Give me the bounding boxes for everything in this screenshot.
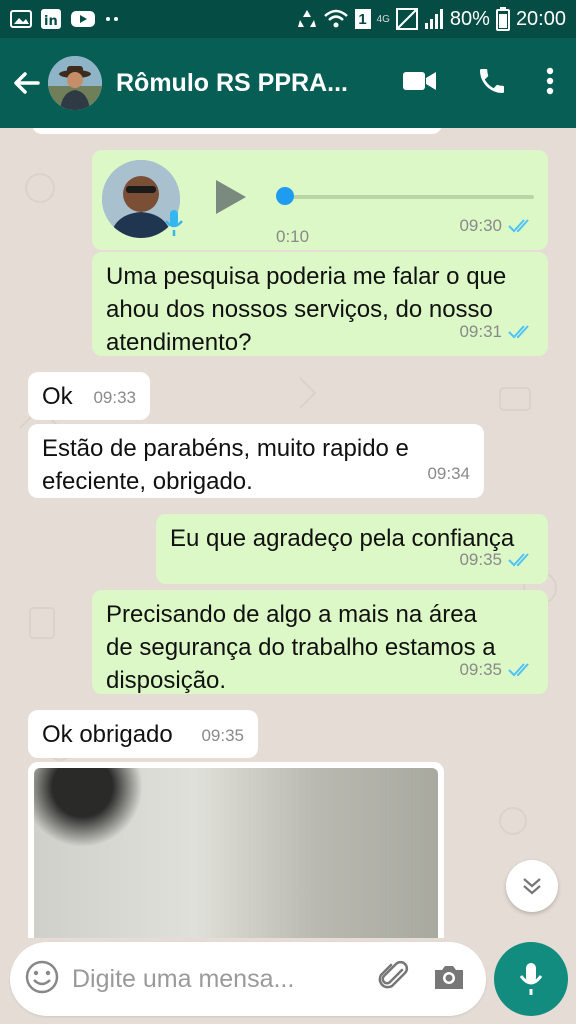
- message-time: 09:35: [201, 726, 244, 745]
- voice-message[interactable]: 0:10 09:30: [92, 150, 548, 250]
- system-icons: 1 4G 80% 20:00: [297, 7, 566, 31]
- mic-icon: [164, 208, 184, 247]
- read-ticks-icon: [508, 662, 534, 678]
- battery-percent: 80%: [449, 7, 490, 30]
- read-ticks-icon: [508, 552, 534, 568]
- message-time: 09:33: [93, 388, 136, 407]
- message-text-line: Precisando de algo a mais na área: [106, 601, 477, 628]
- message-time: 09:35: [459, 653, 534, 686]
- message-bubble[interactable]: Ok 09:33: [28, 372, 150, 420]
- voice-duration: 0:10: [276, 227, 310, 246]
- message-bubble[interactable]: Estão de parabéns, muito rapido e efecie…: [28, 424, 484, 498]
- clock: 20:00: [515, 7, 566, 30]
- notification-icons: in: [10, 8, 122, 30]
- message-composer: Digite uma mensa...: [10, 942, 486, 1016]
- youtube-icon: [70, 9, 96, 29]
- message-bubble[interactable]: Eu que agradeço pela confiança 09:35: [156, 514, 548, 584]
- double-chevron-down-icon: [523, 878, 541, 895]
- previous-message-fragment: [32, 128, 442, 134]
- chat-area[interactable]: 0:10 09:30 Uma pesquisa poderia me falar…: [0, 128, 576, 938]
- wifi-icon: [323, 8, 349, 30]
- read-ticks-icon: [508, 324, 534, 340]
- mic-icon: [519, 963, 543, 995]
- no-signal-icon: [395, 8, 418, 30]
- scroll-to-bottom-button[interactable]: [506, 860, 558, 912]
- voice-record-button[interactable]: [494, 942, 568, 1016]
- voice-progress-track[interactable]: [282, 195, 534, 199]
- message-time: 09:30: [459, 209, 534, 242]
- message-time: 09:31: [459, 315, 534, 348]
- message-time: 09:34: [427, 464, 470, 483]
- svg-text:in: in: [44, 14, 58, 29]
- message-text-line: Estão de parabéns, muito rapido e: [42, 435, 409, 462]
- image-message[interactable]: [28, 762, 444, 938]
- play-icon[interactable]: [214, 178, 248, 225]
- attach-icon[interactable]: [378, 960, 410, 999]
- message-time: 09:35: [459, 543, 534, 576]
- read-ticks-icon: [508, 218, 534, 234]
- phone-icon[interactable]: [476, 65, 508, 102]
- emoji-icon[interactable]: [24, 959, 60, 1000]
- header-actions: [402, 65, 564, 102]
- message-text-line: Uma pesquisa poderia me falar o que: [106, 263, 507, 290]
- contact-name[interactable]: Rômulo RS PPRA...: [116, 69, 348, 98]
- recycle-icon: [297, 8, 317, 30]
- sim-badge: 1: [354, 9, 371, 29]
- video-call-icon[interactable]: [402, 69, 438, 98]
- message-bubble[interactable]: Uma pesquisa poderia me falar o que ahou…: [92, 252, 548, 356]
- message-text-line: efeciente, obrigado.: [42, 468, 253, 495]
- linkedin-icon: in: [40, 8, 62, 30]
- more-vert-icon[interactable]: [546, 66, 554, 101]
- image-thumbnail[interactable]: [34, 768, 438, 938]
- message-bubble[interactable]: Ok obrigado 09:35: [28, 710, 258, 758]
- voice-progress-knob[interactable]: [276, 187, 294, 205]
- back-arrow-icon[interactable]: [12, 69, 40, 97]
- more-notifications-icon: [104, 14, 122, 24]
- camera-icon[interactable]: [432, 962, 466, 997]
- network-type: 4G: [376, 13, 390, 25]
- battery-icon: [495, 7, 510, 31]
- contact-avatar[interactable]: [48, 56, 102, 110]
- chat-header: Rômulo RS PPRA...: [0, 38, 576, 128]
- status-bar: in 1 4G 80% 20:00: [0, 0, 576, 38]
- gallery-icon: [10, 9, 32, 29]
- message-input[interactable]: Digite uma mensa...: [60, 965, 378, 994]
- message-bubble[interactable]: Precisando de algo a mais na área de seg…: [92, 590, 548, 694]
- signal-icon: [424, 8, 444, 30]
